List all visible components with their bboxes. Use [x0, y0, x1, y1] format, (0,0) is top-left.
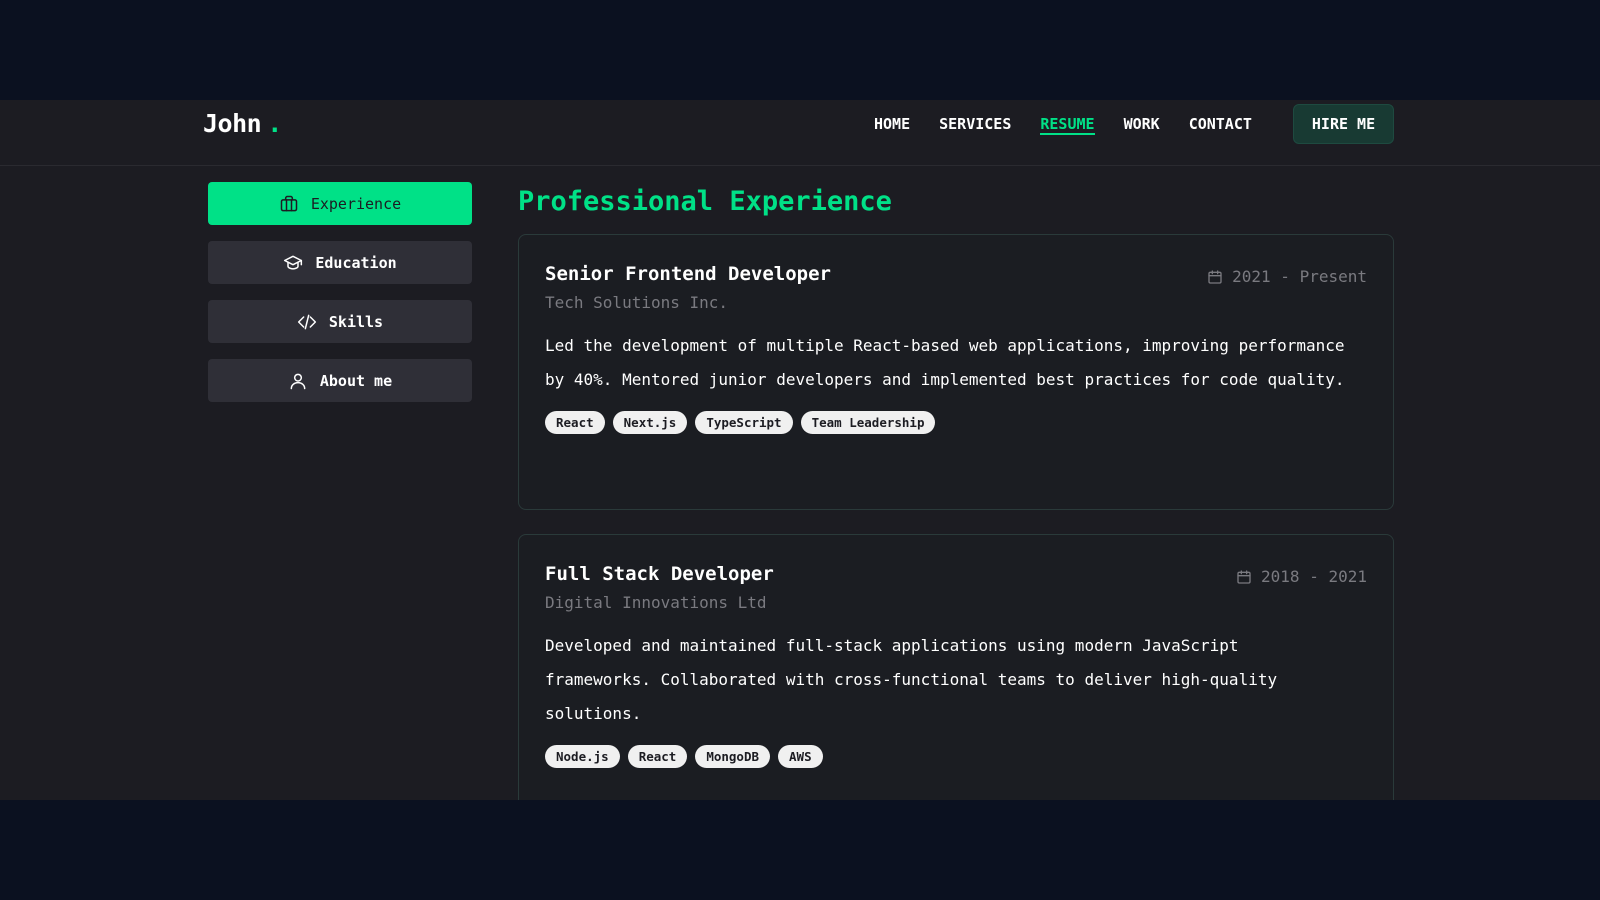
experience-date-text: 2018 - 2021: [1261, 567, 1367, 586]
briefcase-icon: [279, 194, 299, 214]
sidebar-item-label: Education: [315, 253, 397, 272]
nav-work[interactable]: WORK: [1124, 115, 1160, 135]
logo[interactable]: John.: [203, 109, 282, 138]
experience-card: Senior Frontend Developer Tech Solutions…: [518, 234, 1394, 510]
sidebar-item-experience[interactable]: Experience: [208, 182, 472, 225]
calendar-icon: [1207, 269, 1223, 285]
logo-text: John: [203, 109, 262, 138]
tag: Next.js: [612, 411, 688, 434]
nav-contact[interactable]: CONTACT: [1189, 115, 1252, 135]
main-nav: HOME SERVICES RESUME WORK CONTACT: [874, 115, 1281, 135]
experience-tags: React Next.js TypeScript Team Leadership: [545, 411, 1367, 434]
experience-date: 2018 - 2021: [1236, 567, 1367, 586]
calendar-icon: [1236, 569, 1252, 585]
experience-date-text: 2021 - Present: [1232, 267, 1367, 286]
tag: Team Leadership: [800, 411, 936, 434]
nav-resume[interactable]: RESUME: [1040, 115, 1095, 135]
tag: Node.js: [545, 745, 620, 768]
sidebar-item-label: Skills: [328, 312, 384, 331]
user-icon: [288, 371, 308, 391]
page-title: Professional Experience: [518, 186, 892, 217]
sidebar-item-education[interactable]: Education: [208, 241, 472, 284]
page-viewport: John. HOME SERVICES RESUME WORK CONTACT …: [0, 100, 1600, 800]
tag: AWS: [778, 745, 823, 768]
tag: React: [545, 411, 605, 434]
logo-dot: .: [267, 109, 282, 138]
main-content: Professional Experience Senior Frontend …: [518, 182, 1394, 800]
sidebar-item-skills[interactable]: Skills: [208, 300, 472, 343]
experience-description: Led the development of multiple React-ba…: [545, 336, 1345, 389]
experience-company: Digital Innovations Ltd: [545, 593, 767, 612]
sidebar-item-label: About me: [319, 371, 393, 390]
graduation-cap-icon: [283, 253, 303, 273]
hire-me-button[interactable]: HIRE ME: [1293, 104, 1394, 144]
experience-company: Tech Solutions Inc.: [545, 293, 729, 312]
experience-card: Full Stack Developer Digital Innovations…: [518, 534, 1394, 800]
sidebar-item-about-me[interactable]: About me: [208, 359, 472, 402]
tag: TypeScript: [695, 411, 793, 434]
sidebar-item-label: Experience: [310, 194, 402, 213]
site-header: John. HOME SERVICES RESUME WORK CONTACT …: [0, 100, 1600, 166]
nav-services[interactable]: SERVICES: [939, 115, 1011, 135]
nav-home[interactable]: HOME: [874, 115, 910, 135]
experience-tags: Node.js React MongoDB AWS: [545, 745, 1367, 768]
resume-sidebar: Experience Education Skills About me: [208, 182, 472, 418]
tag: React: [627, 745, 688, 768]
experience-date: 2021 - Present: [1207, 267, 1367, 286]
tag: MongoDB: [695, 745, 771, 768]
code-icon: [297, 312, 317, 332]
experience-description: Developed and maintained full-stack appl…: [545, 636, 1278, 723]
